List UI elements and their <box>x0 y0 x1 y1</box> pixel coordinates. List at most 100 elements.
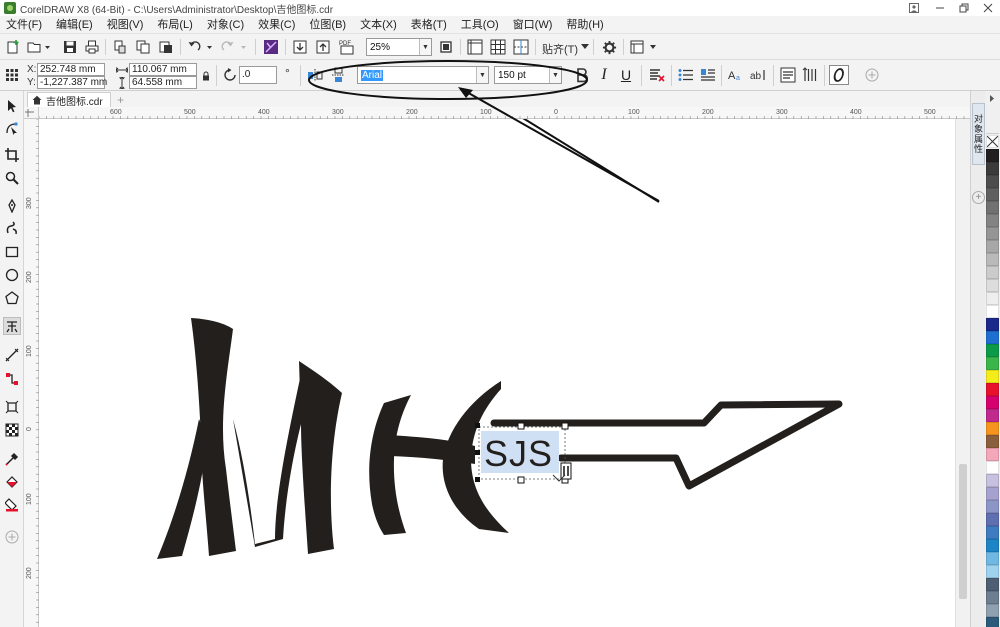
new-tab-plus-icon[interactable]: + <box>114 93 127 107</box>
color-swatch[interactable] <box>986 214 999 227</box>
vertical-ruler[interactable]: 300 200 100 0 100 200 <box>24 118 39 627</box>
object-properties-docker-tab[interactable]: 对象属性 <box>972 103 985 165</box>
drawing-canvas[interactable]: SJS <box>39 119 955 627</box>
horizontal-ruler[interactable]: 600 500 400 300 200 100 0 100 200 300 400 500 <box>38 107 970 119</box>
color-swatch[interactable] <box>986 188 999 201</box>
color-swatch[interactable] <box>986 279 999 292</box>
color-swatch[interactable] <box>986 448 999 461</box>
bullet-list-icon[interactable] <box>677 66 695 84</box>
vertical-text-icon[interactable] <box>801 66 819 84</box>
color-swatch[interactable] <box>986 266 999 279</box>
show-grid-icon[interactable] <box>489 38 507 56</box>
interactive-opentype-icon[interactable] <box>829 65 849 85</box>
cut-icon[interactable] <box>111 38 129 56</box>
color-swatch[interactable] <box>986 201 999 214</box>
underline-button[interactable]: U <box>618 66 634 84</box>
guitar-artwork[interactable]: SJS <box>39 119 955 627</box>
menu-bitmaps[interactable]: 位图(B) <box>302 16 353 34</box>
font-size-select[interactable]: 150 pt ▼ <box>494 66 562 84</box>
menu-table[interactable]: 表格(T) <box>404 16 454 34</box>
color-swatch[interactable] <box>986 513 999 526</box>
menu-window[interactable]: 窗口(W) <box>506 16 560 34</box>
color-swatch[interactable] <box>986 565 999 578</box>
snap-to-menu[interactable]: 贴齐(T) <box>542 41 578 57</box>
y-position-field[interactable]: -1,227.387 mm <box>37 76 107 89</box>
color-swatch[interactable] <box>986 487 999 500</box>
color-swatch[interactable] <box>986 552 999 565</box>
scrollbar-thumb[interactable] <box>959 464 967 599</box>
color-swatch[interactable] <box>986 253 999 266</box>
italic-button[interactable]: I <box>596 66 612 84</box>
horizontal-text-icon[interactable] <box>779 66 797 84</box>
gear-icon[interactable] <box>600 38 618 56</box>
minimize-button[interactable] <box>928 0 952 16</box>
color-swatch[interactable] <box>986 422 999 435</box>
menu-tools[interactable]: 工具(O) <box>454 16 506 34</box>
export-icon[interactable] <box>314 38 332 56</box>
undo-icon[interactable] <box>186 38 216 56</box>
menu-help[interactable]: 帮助(H) <box>559 16 610 34</box>
show-rulers-icon[interactable] <box>466 38 484 56</box>
no-color-swatch[interactable] <box>986 135 999 148</box>
rectangle-tool-icon[interactable] <box>3 243 21 261</box>
color-swatch[interactable] <box>986 435 999 448</box>
eyedropper-tool-icon[interactable] <box>3 450 21 468</box>
add-docker-icon[interactable]: + <box>972 191 985 204</box>
ellipse-tool-icon[interactable] <box>3 266 21 284</box>
color-swatch[interactable] <box>986 318 999 331</box>
artwork-text[interactable]: SJS <box>484 433 553 474</box>
color-swatch[interactable] <box>986 175 999 188</box>
color-swatch[interactable] <box>986 500 999 513</box>
transparency-tool-icon[interactable] <box>3 421 21 439</box>
open-folder-icon[interactable] <box>26 38 52 56</box>
menu-file[interactable]: 文件(F) <box>0 16 49 34</box>
mirror-vertical-icon[interactable] <box>329 66 347 84</box>
change-case-icon[interactable]: Aa <box>727 66 745 84</box>
text-tool-icon[interactable] <box>3 317 21 335</box>
color-swatch[interactable] <box>986 370 999 383</box>
ruler-origin[interactable] <box>24 107 39 119</box>
color-swatch[interactable] <box>986 526 999 539</box>
lock-ratio-icon[interactable] <box>201 70 211 82</box>
color-swatch[interactable] <box>986 162 999 175</box>
zoom-level-select[interactable]: 25% ▼ <box>366 38 432 56</box>
drop-shadow-tool-icon[interactable] <box>3 398 21 416</box>
color-swatch[interactable] <box>986 292 999 305</box>
freehand-tool-icon[interactable] <box>3 197 21 215</box>
zoom-tool-icon[interactable] <box>3 169 21 187</box>
color-swatch[interactable] <box>986 617 999 627</box>
height-field[interactable]: 64.558 mm <box>129 76 197 89</box>
pick-tool-icon[interactable] <box>3 97 21 115</box>
color-swatch[interactable] <box>986 383 999 396</box>
color-swatch[interactable] <box>986 240 999 253</box>
copy-icon[interactable] <box>134 38 152 56</box>
font-list-select[interactable]: Arial ▼ <box>357 66 489 84</box>
paste-icon[interactable] <box>157 38 175 56</box>
show-guidelines-icon[interactable] <box>512 38 530 56</box>
polygon-tool-icon[interactable] <box>3 289 21 307</box>
shape-tool-icon[interactable] <box>3 119 21 137</box>
color-swatch[interactable] <box>986 604 999 617</box>
color-swatch[interactable] <box>986 461 999 474</box>
text-alignment-icon[interactable] <box>648 66 666 84</box>
color-swatch[interactable] <box>986 227 999 240</box>
color-swatch[interactable] <box>986 331 999 344</box>
bold-button[interactable] <box>574 66 590 84</box>
document-tab[interactable]: 吉他图标.cdr <box>27 92 111 108</box>
interactive-fill-tool-icon[interactable] <box>3 473 21 491</box>
color-swatch[interactable] <box>986 396 999 409</box>
color-swatch[interactable] <box>986 357 999 370</box>
rotation-angle-field[interactable]: .0 <box>239 66 277 84</box>
print-icon[interactable] <box>83 38 101 56</box>
color-swatch[interactable] <box>986 474 999 487</box>
connector-tool-icon[interactable] <box>3 370 21 388</box>
new-document-icon[interactable] <box>4 38 22 56</box>
drop-cap-icon[interactable] <box>699 66 717 84</box>
publish-pdf-icon[interactable]: PDF <box>337 38 357 56</box>
smart-fill-tool-icon[interactable] <box>3 496 21 514</box>
object-origin-icon[interactable] <box>4 67 20 83</box>
full-screen-preview-icon[interactable] <box>437 38 455 56</box>
color-swatch[interactable] <box>986 305 999 318</box>
color-swatch[interactable] <box>986 591 999 604</box>
x-position-field[interactable]: 252.748 mm <box>37 63 105 76</box>
